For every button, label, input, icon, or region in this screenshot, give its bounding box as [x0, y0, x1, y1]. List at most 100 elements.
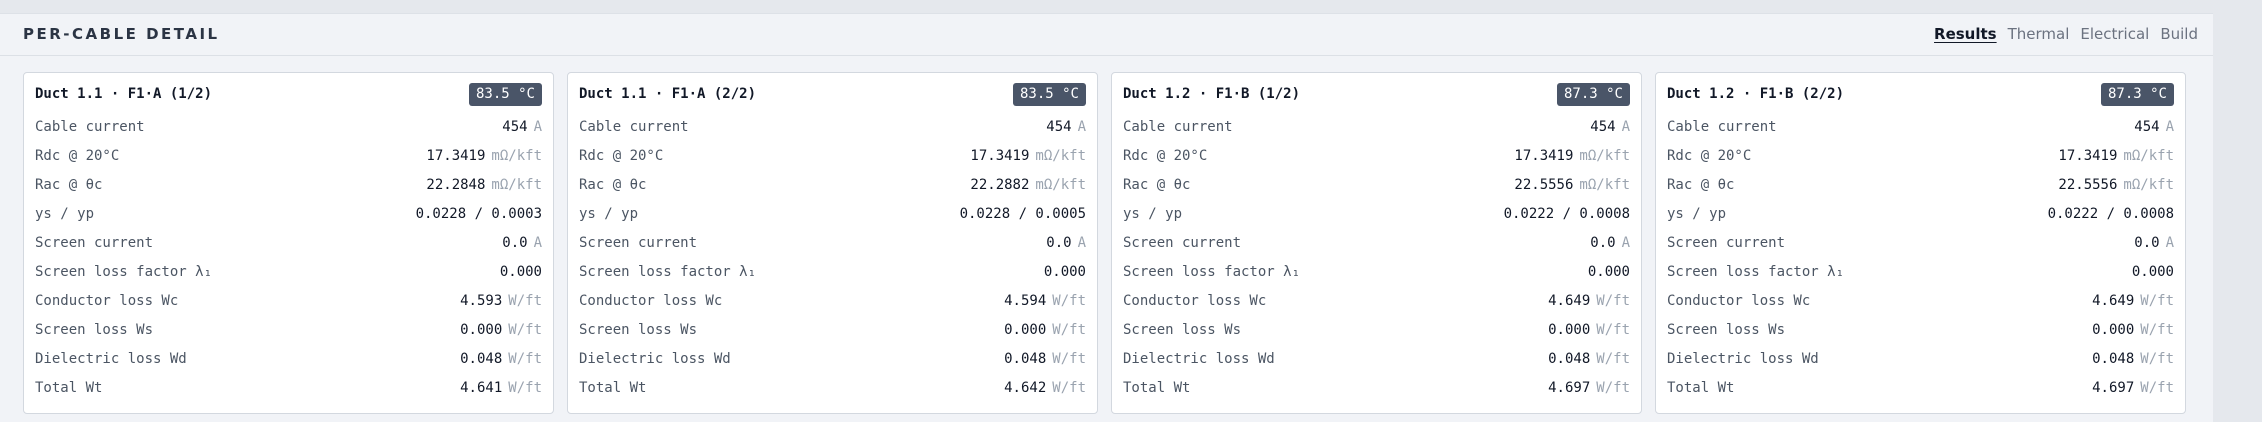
detail-row-cable-current: Cable current 454 A: [579, 119, 1086, 148]
row-label: Total Wt: [579, 380, 647, 396]
row-value: 0.000: [1004, 322, 1047, 338]
detail-row-screen-loss: Screen loss Ws 0.000 W/ft: [35, 322, 542, 351]
detail-row-rdc: Rdc @ 20°C 17.3419 mΩ/kft: [1123, 148, 1630, 177]
tab-electrical[interactable]: Electrical: [2080, 25, 2149, 43]
card-rows: Cable current 454 A Rdc @ 20°C 17.3419 mΩ/kft…: [35, 119, 542, 409]
row-unit: W/ft: [2140, 351, 2174, 367]
row-label: Conductor loss Wc: [1123, 293, 1267, 309]
row-unit: W/ft: [508, 380, 542, 396]
detail-row-dielectric-loss: Dielectric loss Wd 0.048 W/ft: [1667, 351, 2174, 380]
detail-row-dielectric-loss: Dielectric loss Wd 0.048 W/ft: [579, 351, 1086, 380]
row-value-group: 4.594 W/ft: [1004, 293, 1086, 309]
row-unit: mΩ/kft: [2123, 177, 2174, 193]
row-value-group: 4.641 W/ft: [460, 380, 542, 396]
row-label: Conductor loss Wc: [35, 293, 179, 309]
row-label: Screen loss Ws: [579, 322, 698, 338]
row-label: Dielectric loss Wd: [579, 351, 731, 367]
row-value-group: 0.0 A: [2134, 235, 2174, 251]
row-label: Cable current: [579, 119, 689, 135]
detail-row-rdc: Rdc @ 20°C 17.3419 mΩ/kft: [1667, 148, 2174, 177]
row-unit: A: [1621, 235, 1630, 251]
row-label: Dielectric loss Wd: [1123, 351, 1275, 367]
card-rows: Cable current 454 A Rdc @ 20°C 17.3419 mΩ/kft…: [1667, 119, 2174, 409]
detail-row-screen-loss-factor: Screen loss factor λ₁ 0.000: [1667, 264, 2174, 293]
tab-results[interactable]: Results: [1934, 25, 1997, 43]
card-rows: Cable current 454 A Rdc @ 20°C 17.3419 mΩ/kft…: [579, 119, 1086, 409]
row-unit: A: [533, 235, 542, 251]
row-unit: W/ft: [2140, 293, 2174, 309]
row-value-group: 0.048 W/ft: [1548, 351, 1630, 367]
row-value-group: 22.5556 mΩ/kft: [2058, 177, 2174, 193]
row-unit: mΩ/kft: [1579, 177, 1630, 193]
row-label: Screen loss Ws: [35, 322, 154, 338]
row-unit: mΩ/kft: [1035, 177, 1086, 193]
detail-row-total: Total Wt 4.697 W/ft: [1123, 380, 1630, 409]
tab-thermal[interactable]: Thermal: [2008, 25, 2070, 43]
row-label: Screen current: [35, 235, 154, 251]
row-value: 0.048: [1548, 351, 1591, 367]
row-label: Screen loss factor λ₁: [1667, 264, 1845, 280]
row-label: ys / yp: [1667, 206, 1727, 222]
row-value-group: 0.0222 / 0.0008: [1504, 206, 1630, 222]
row-value-group: 17.3419 mΩ/kft: [970, 148, 1086, 164]
row-label: ys / yp: [1123, 206, 1183, 222]
row-label: Total Wt: [1667, 380, 1735, 396]
row-value: 454: [2134, 119, 2160, 135]
card-title: Duct 1.2 · F1·B (2/2): [1667, 86, 1845, 102]
row-label: Cable current: [1123, 119, 1233, 135]
row-value-group: 0.000 W/ft: [2092, 322, 2174, 338]
row-unit: mΩ/kft: [491, 177, 542, 193]
row-unit: W/ft: [508, 293, 542, 309]
detail-row-ys-yp: ys / yp 0.0228 / 0.0003: [35, 206, 542, 235]
detail-row-ys-yp: ys / yp 0.0228 / 0.0005: [579, 206, 1086, 235]
row-value-group: 0.0 A: [502, 235, 542, 251]
cable-card: Duct 1.2 · F1·B (1/2) 87.3 °C Cable curr…: [1111, 72, 1642, 414]
card-title: Duct 1.2 · F1·B (1/2): [1123, 86, 1301, 102]
card-header: Duct 1.2 · F1·B (2/2) 87.3 °C: [1667, 83, 2174, 107]
row-unit: mΩ/kft: [491, 148, 542, 164]
detail-row-rdc: Rdc @ 20°C 17.3419 mΩ/kft: [35, 148, 542, 177]
tab-build[interactable]: Build: [2160, 25, 2198, 43]
row-value-group: 22.2882 mΩ/kft: [970, 177, 1086, 193]
row-unit: A: [533, 119, 542, 135]
row-unit: W/ft: [1052, 322, 1086, 338]
detail-row-conductor-loss: Conductor loss Wc 4.594 W/ft: [579, 293, 1086, 322]
row-value: 0.0: [2134, 235, 2160, 251]
row-label: Total Wt: [1123, 380, 1191, 396]
card-header: Duct 1.2 · F1·B (1/2) 87.3 °C: [1123, 83, 1630, 107]
row-value-group: 0.000 W/ft: [460, 322, 542, 338]
row-value-group: 0.000: [1588, 264, 1630, 280]
row-value: 0.0222 / 0.0008: [2047, 206, 2174, 222]
row-value-group: 0.048 W/ft: [2092, 351, 2174, 367]
row-label: Screen current: [1123, 235, 1242, 251]
row-value-group: 4.697 W/ft: [1548, 380, 1630, 396]
row-unit: A: [1077, 119, 1086, 135]
row-unit: W/ft: [1596, 293, 1630, 309]
detail-row-screen-loss: Screen loss Ws 0.000 W/ft: [579, 322, 1086, 351]
row-unit: A: [1621, 119, 1630, 135]
card-title: Duct 1.1 · F1·A (1/2): [35, 86, 213, 102]
detail-row-screen-current: Screen current 0.0 A: [579, 235, 1086, 264]
card-header: Duct 1.1 · F1·A (2/2) 83.5 °C: [579, 83, 1086, 107]
temperature-badge: 87.3 °C: [2100, 83, 2174, 106]
row-value-group: 4.649 W/ft: [1548, 293, 1630, 309]
row-value: 4.697: [2092, 380, 2135, 396]
detail-row-screen-loss: Screen loss Ws 0.000 W/ft: [1667, 322, 2174, 351]
detail-row-total: Total Wt 4.642 W/ft: [579, 380, 1086, 409]
panel-title: PER-CABLE DETAIL: [23, 25, 220, 43]
row-label: Screen current: [1667, 235, 1786, 251]
detail-row-total: Total Wt 4.697 W/ft: [1667, 380, 2174, 409]
row-unit: W/ft: [2140, 380, 2174, 396]
row-value: 17.3419: [970, 148, 1030, 164]
detail-row-screen-loss: Screen loss Ws 0.000 W/ft: [1123, 322, 1630, 351]
detail-row-total: Total Wt 4.641 W/ft: [35, 380, 542, 409]
row-value-group: 0.0 A: [1590, 235, 1630, 251]
row-value: 4.649: [2092, 293, 2135, 309]
row-unit: W/ft: [2140, 322, 2174, 338]
row-label: Conductor loss Wc: [579, 293, 723, 309]
cable-card: Duct 1.2 · F1·B (2/2) 87.3 °C Cable curr…: [1655, 72, 2186, 414]
row-value-group: 17.3419 mΩ/kft: [2058, 148, 2174, 164]
row-value-group: 17.3419 mΩ/kft: [426, 148, 542, 164]
row-value-group: 4.697 W/ft: [2092, 380, 2174, 396]
row-label: Screen current: [579, 235, 698, 251]
